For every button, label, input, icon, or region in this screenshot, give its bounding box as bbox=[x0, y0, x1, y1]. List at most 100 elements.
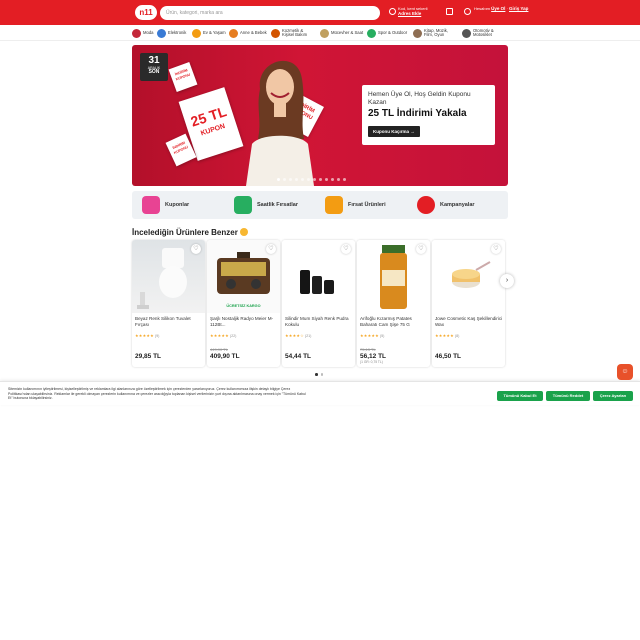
favorite-icon[interactable]: ♡ bbox=[341, 244, 351, 254]
rating-stars: ★★★★★ bbox=[360, 333, 379, 338]
model-photo bbox=[246, 60, 314, 186]
signup-link[interactable]: Üye Ol bbox=[491, 6, 505, 11]
cookie-settings-button[interactable]: Çerez Ayarları bbox=[593, 391, 633, 401]
category-spor[interactable]: Spor & Outdoor bbox=[367, 27, 407, 39]
product-rating: ★★★★★(22) bbox=[210, 333, 237, 338]
reject-all-button[interactable]: Tümünü Reddet bbox=[546, 391, 590, 401]
product-card[interactable]: ♡ Beyaz Renk Silikon Tuvalet Fırçası ★★★… bbox=[132, 240, 205, 367]
favorite-icon[interactable]: ♡ bbox=[491, 244, 501, 254]
hero-banner[interactable]: 31 ARALIK SON 25 TL KUPON İNDİRİM KUPONU… bbox=[132, 45, 508, 186]
product-name[interactable]: Şarjlı Nostaljik Radyo Meier M-112Bt... bbox=[210, 316, 278, 328]
product-rating: ★★★★★(8) bbox=[435, 333, 460, 338]
category-label: Moda bbox=[143, 29, 154, 35]
category-moda[interactable]: Moda bbox=[132, 27, 153, 39]
address-add: Adres Ekle bbox=[398, 11, 422, 16]
rating-stars: ★★★★★ bbox=[210, 333, 229, 338]
category-label: Anne & Bebek bbox=[240, 29, 267, 35]
category-label: Kitap, Müzik, Film, Oyun bbox=[424, 27, 448, 37]
quick-links-bar: Kuponlar Saatlik Fırsatlar Fırsat Ürünle… bbox=[132, 191, 508, 219]
product-price: 29,85 TL bbox=[135, 353, 162, 360]
carousel-next-button[interactable]: › bbox=[500, 274, 514, 288]
rating-stars: ★★★★★ bbox=[135, 333, 154, 338]
megaphone-icon bbox=[417, 196, 435, 214]
product-carousel-dots[interactable] bbox=[315, 373, 323, 376]
product-price: 46,50 TL bbox=[435, 353, 462, 360]
carousel-dots[interactable] bbox=[277, 178, 346, 181]
account-menu[interactable]: Hesabım Üye Ol · Giriş Yap bbox=[474, 6, 528, 11]
category-icon bbox=[320, 28, 329, 38]
category-icon bbox=[413, 28, 422, 38]
category-label: Kozmetik & Kişisel Bakım bbox=[282, 27, 308, 37]
location-icon bbox=[389, 8, 396, 15]
category-icon bbox=[367, 28, 376, 38]
search-input[interactable]: Ürün, kategori, marka ara bbox=[160, 6, 380, 20]
product-rating: ★★★★☆(21) bbox=[285, 333, 312, 338]
product-name[interactable]: Beyaz Renk Silikon Tuvalet Fırçası bbox=[135, 316, 203, 328]
emoji-icon bbox=[239, 228, 248, 236]
user-icon bbox=[464, 8, 471, 15]
cart-icon[interactable] bbox=[446, 8, 453, 15]
category-icon bbox=[271, 28, 280, 38]
quick-link-kuponlar[interactable]: Kuponlar bbox=[142, 195, 189, 215]
product-card[interactable]: ♡ Jowe Cosmetic Kaş Şekillendirici Wax ★… bbox=[432, 240, 505, 367]
category-label: Elektronik bbox=[168, 29, 187, 35]
address-button[interactable]: Kod, kent sekerli Adres Ekle bbox=[398, 6, 428, 16]
date-day: 31 bbox=[148, 55, 160, 66]
category-label: Spor & Outdoor bbox=[378, 29, 408, 35]
account-sep: · bbox=[506, 6, 508, 11]
rating-count: (21) bbox=[304, 334, 312, 338]
quick-link-label: Kuponlar bbox=[165, 202, 190, 208]
rating-stars: ★★★★☆ bbox=[285, 333, 304, 338]
coupon-icon bbox=[142, 196, 160, 214]
site-logo[interactable]: n11 bbox=[135, 5, 157, 20]
promo-subtitle: Hemen Üye Ol, Hoş Geldin Kuponu Kazan bbox=[368, 91, 471, 106]
cookie-banner: Sitemizin kullanımının iyileştirilmesi, … bbox=[0, 381, 640, 405]
promo-box: Hemen Üye Ol, Hoş Geldin Kuponu Kazan 25… bbox=[362, 85, 495, 145]
category-ev-yasam[interactable]: Ev & Yaşam bbox=[192, 27, 226, 39]
chevron-right-icon: › bbox=[505, 277, 509, 284]
category-elektronik[interactable]: Elektronik bbox=[157, 27, 186, 39]
quick-link-label: Fırsat Ürünleri bbox=[348, 202, 386, 208]
product-old-price: 75,13 TL bbox=[360, 347, 376, 352]
category-icon bbox=[157, 28, 166, 38]
date-badge: 31 ARALIK SON bbox=[140, 53, 168, 81]
category-otomotiv[interactable]: Otomotiv & Motosiklet bbox=[462, 27, 506, 39]
quick-link-kampanya[interactable]: Kampanyalar bbox=[417, 195, 475, 215]
signin-link[interactable]: Giriş Yap bbox=[509, 6, 528, 11]
clock-icon bbox=[234, 196, 252, 214]
chat-icon[interactable]: ☺ bbox=[617, 364, 633, 380]
date-tag: SON bbox=[148, 69, 160, 75]
promo-title: 25 TL İndirimi Yakala bbox=[368, 108, 467, 119]
product-price: 409,90 TL bbox=[210, 353, 240, 360]
category-label: Ev & Yaşam bbox=[203, 29, 226, 35]
category-kitap[interactable]: Kitap, Müzik, Film, Oyun bbox=[413, 27, 455, 39]
header-bar: n11 Ürün, kategori, marka ara Kod, kent … bbox=[0, 0, 640, 25]
product-rating: ★★★★★(5) bbox=[360, 333, 385, 338]
accept-all-button[interactable]: Tümünü Kabul Et bbox=[497, 391, 543, 401]
rating-count: (9) bbox=[154, 334, 160, 338]
category-icon bbox=[462, 28, 471, 38]
favorite-icon[interactable]: ♡ bbox=[416, 244, 426, 254]
product-card[interactable]: ♡ Silindir Mum Siyah Renk Pudra Kokulu ★… bbox=[282, 240, 355, 367]
account-label: Hesabım bbox=[474, 6, 491, 11]
quick-link-saatlik[interactable]: Saatlik Fırsatlar bbox=[234, 195, 298, 215]
favorite-icon[interactable]: ♡ bbox=[266, 244, 276, 254]
coupon-small-text: İNDİRİM KUPONU bbox=[171, 140, 189, 156]
category-kozmetik[interactable]: Kozmetik & Kişisel Bakım bbox=[271, 27, 315, 39]
category-mucevher[interactable]: Mücevher & Saat bbox=[320, 27, 363, 39]
category-anne-bebek[interactable]: Anne & Bebek bbox=[229, 27, 267, 39]
rating-count: (8) bbox=[454, 334, 460, 338]
product-card[interactable]: ♡ ÜCRETSİZ KARGO Şarjlı Nostaljik Radyo … bbox=[207, 240, 280, 367]
product-name[interactable]: Arifoğlu Kızarmış Patates Baharatı Cam Ş… bbox=[360, 316, 428, 328]
product-name[interactable]: Jowe Cosmetic Kaş Şekillendirici Wax bbox=[435, 316, 503, 328]
section-title-text: İncelediğin Ürünlere Benzer bbox=[132, 228, 238, 237]
coupon-cta-button[interactable]: Kuponu Kaçırma → bbox=[368, 126, 420, 137]
product-card[interactable]: ♡ Arifoğlu Kızarmış Patates Baharatı Cam… bbox=[357, 240, 430, 367]
product-rating: ★★★★★(9) bbox=[135, 333, 160, 338]
product-name[interactable]: Silindir Mum Siyah Renk Pudra Kokulu bbox=[285, 316, 353, 328]
favorite-icon[interactable]: ♡ bbox=[191, 244, 201, 254]
category-label: Mücevher & Saat bbox=[331, 29, 364, 35]
rating-count: (22) bbox=[229, 334, 237, 338]
quick-link-firsat[interactable]: Fırsat Ürünleri bbox=[325, 195, 386, 215]
category-bar: Moda Elektronik Ev & Yaşam Anne & Bebek … bbox=[0, 25, 640, 41]
